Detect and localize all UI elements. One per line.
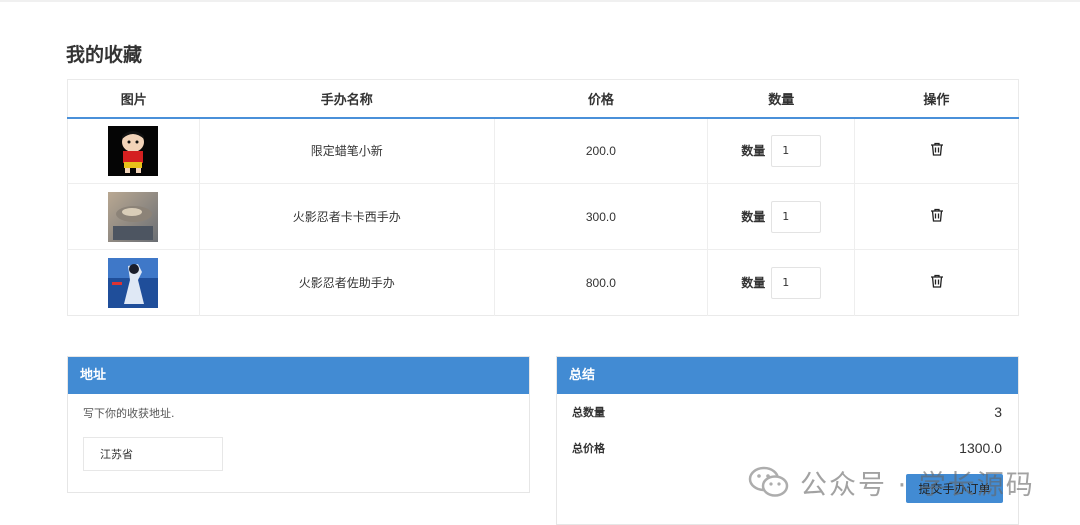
total-quantity-value: 3 (994, 404, 1002, 420)
product-price: 200.0 (493, 117, 708, 184)
quantity-label: 数量 (741, 210, 766, 224)
total-quantity-row: 总数量 3 (557, 394, 1018, 430)
col-header-actions: 操作 (854, 79, 1019, 119)
table-header-row: 图片 手办名称 价格 数量 操作 (67, 79, 1019, 119)
col-header-name: 手办名称 (199, 79, 495, 119)
product-name: 火影忍者卡卡西手办 (198, 183, 495, 250)
address-panel-title: 地址 (68, 357, 529, 394)
trash-icon[interactable] (929, 273, 945, 289)
crayon-shin-chan-figure-image (108, 125, 159, 176)
watermark: 公众号 · 学长源码 (748, 462, 1035, 502)
table-row: 火影忍者卡卡西手办 300.0 数量 (67, 183, 1019, 250)
quantity-group: 数量 (741, 200, 822, 233)
wechat-icon (748, 466, 789, 497)
product-price: 800.0 (493, 249, 708, 316)
address-hint: 写下你的收获地址. (83, 407, 175, 420)
trash-icon[interactable] (929, 207, 945, 223)
total-price-label: 总价格 (572, 442, 605, 455)
trash-icon[interactable] (929, 141, 945, 157)
address-input[interactable] (83, 437, 223, 471)
product-name: 限定蜡笔小新 (198, 117, 495, 184)
quantity-input[interactable] (771, 134, 822, 167)
table-row: 限定蜡笔小新 200.0 数量 (68, 117, 1019, 184)
total-price-row: 总价格 1300.0 (557, 430, 1018, 466)
watermark-text: 公众号 · 学长源码 (800, 469, 1035, 501)
product-name: 火影忍者佐助手办 (198, 249, 495, 316)
quantity-input[interactable] (771, 200, 822, 233)
table-row: 火影忍者佐助手办 800.0 数量 (67, 249, 1019, 316)
quantity-group: 数量 (741, 266, 822, 299)
kakashi-figure-image (108, 191, 159, 242)
quantity-label: 数量 (741, 276, 766, 290)
favorites-table: 图片 手办名称 价格 数量 操作 限定蜡笔小新 200.0 数量 1 火影忍者卡… (67, 79, 1019, 316)
quantity-group: 数量 (741, 134, 822, 167)
product-price: 300.0 (493, 183, 708, 250)
col-header-image: 图片 (67, 79, 200, 119)
summary-panel-title: 总结 (557, 357, 1018, 394)
address-panel: 地址 写下你的收获地址. (67, 356, 530, 493)
top-border (0, 0, 1080, 2)
page-title: 我的收藏 (66, 44, 143, 66)
total-quantity-label: 总数量 (572, 406, 605, 419)
total-price-value: 1300.0 (959, 440, 1002, 456)
col-header-price: 价格 (494, 79, 708, 119)
quantity-label: 数量 (741, 144, 766, 159)
col-header-quantity: 数量 (707, 79, 855, 119)
quantity-input[interactable] (771, 266, 822, 299)
sasuke-figure-image (108, 257, 159, 308)
